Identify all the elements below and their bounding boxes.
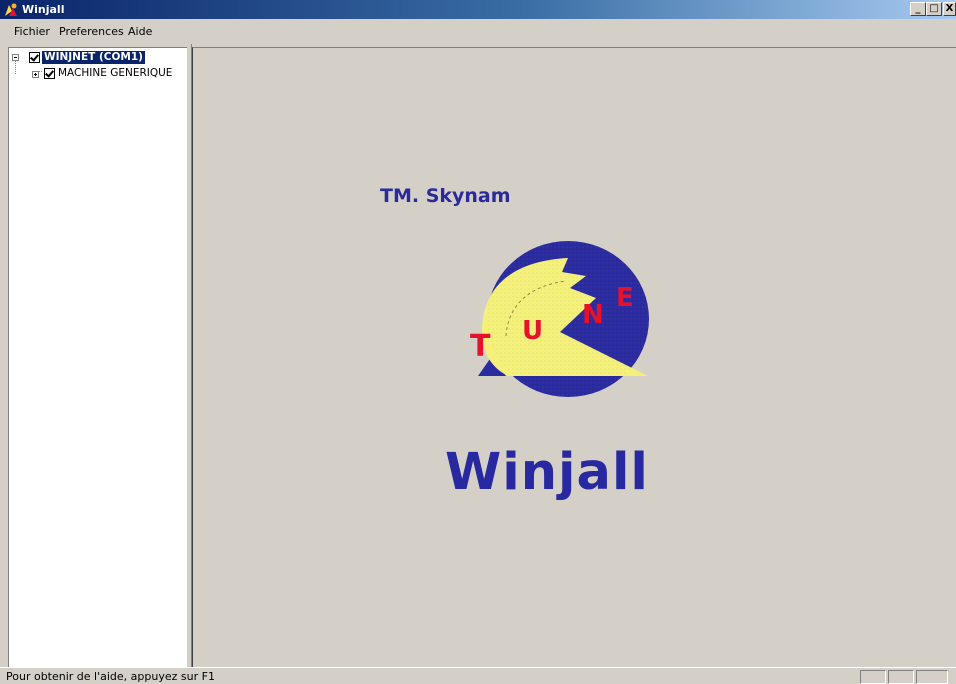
tune-logo: T U N E <box>470 241 649 397</box>
checkbox-checked-icon[interactable] <box>29 52 40 63</box>
window-title: Winjall <box>22 3 65 16</box>
main-view: TM. Skynam T U N E Winjall <box>192 47 956 667</box>
collapse-icon[interactable] <box>12 54 19 61</box>
company-name: TM. Skynam <box>380 185 511 207</box>
tree-item-label[interactable]: WINJNET (COM1) <box>41 50 146 65</box>
status-panel <box>888 670 914 684</box>
menu-fichier[interactable]: Fichier <box>14 25 50 38</box>
maximize-button[interactable]: □ <box>926 2 942 16</box>
menu-preferences[interactable]: Preferences <box>59 25 124 38</box>
tree-item-label[interactable]: MACHINE GENERIQUE <box>58 67 172 80</box>
app-icon <box>5 3 17 16</box>
status-text: Pour obtenir de l'aide, appuyez sur F1 <box>6 670 215 683</box>
tree-item-winjnet[interactable]: WINJNET (COM1) <box>9 50 184 65</box>
menu-aide[interactable]: Aide <box>128 25 152 38</box>
status-bar: Pour obtenir de l'aide, appuyez sur F1 <box>0 667 956 684</box>
brand-name: Winjall <box>445 443 649 502</box>
logo-letter-u: U <box>522 316 543 346</box>
close-button[interactable]: X <box>943 2 956 16</box>
minimize-button[interactable]: _ <box>910 2 926 16</box>
logo-letter-n: N <box>582 300 604 330</box>
status-panel <box>916 670 948 684</box>
tree-item-machine-generique[interactable]: MACHINE GENERIQUE <box>9 67 184 81</box>
logo-letter-t: T <box>470 329 491 364</box>
status-panel <box>860 670 886 684</box>
tree-view[interactable]: WINJNET (COM1) MACHINE GENERIQUE <box>8 47 187 667</box>
title-bar[interactable]: Winjall _ □ X <box>0 0 956 19</box>
menu-bar: Fichier Preferences Aide <box>0 19 956 44</box>
logo-letter-e: E <box>616 283 634 313</box>
expand-icon[interactable] <box>32 71 39 78</box>
checkbox-checked-icon[interactable] <box>44 68 55 79</box>
